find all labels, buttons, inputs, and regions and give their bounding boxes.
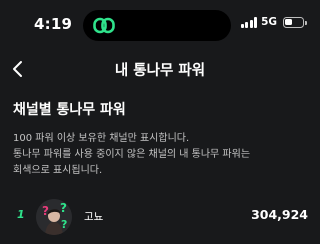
description-line: 통나무 파워를 사용 중이지 않은 채널의 내 통나무 파워는 [13, 149, 251, 160]
page-title: 내 통나무 파워 [114, 63, 206, 79]
dynamic-island [83, 10, 231, 41]
avatar: ? ? ? [36, 199, 72, 235]
svg-text:?: ? [42, 204, 49, 218]
svg-text:?: ? [61, 218, 67, 231]
section-title: 채널별 통나무 파워 [13, 102, 126, 118]
nav-bar: 내 통나무 파워 [0, 50, 320, 90]
network-label: 5G [261, 16, 277, 28]
status-time: 4:19 [34, 15, 73, 33]
signal-icon [240, 17, 258, 28]
section-description: 100 파워 이상 보유한 채널만 표시합니다. 통나무 파워를 사용 중이지 … [13, 131, 308, 179]
avatar-question-marks-icon: ? ? ? [36, 199, 72, 235]
battery-icon [283, 17, 307, 28]
svg-text:?: ? [60, 201, 67, 215]
description-line: 회색으로 표시됩니다. [13, 165, 103, 176]
description-line: 100 파워 이상 보유한 채널만 표시합니다. [13, 133, 190, 144]
rank-number: 1 [17, 208, 25, 221]
link-icon [93, 17, 115, 34]
channel-name: 고뇨 [84, 211, 104, 223]
status-indicators: 5G [240, 16, 307, 28]
power-value: 304,924 [251, 207, 308, 222]
ranking-row[interactable]: 1 ? ? ? 고뇨 304,924 [0, 197, 320, 237]
status-bar: 4:19 5G [0, 0, 320, 50]
